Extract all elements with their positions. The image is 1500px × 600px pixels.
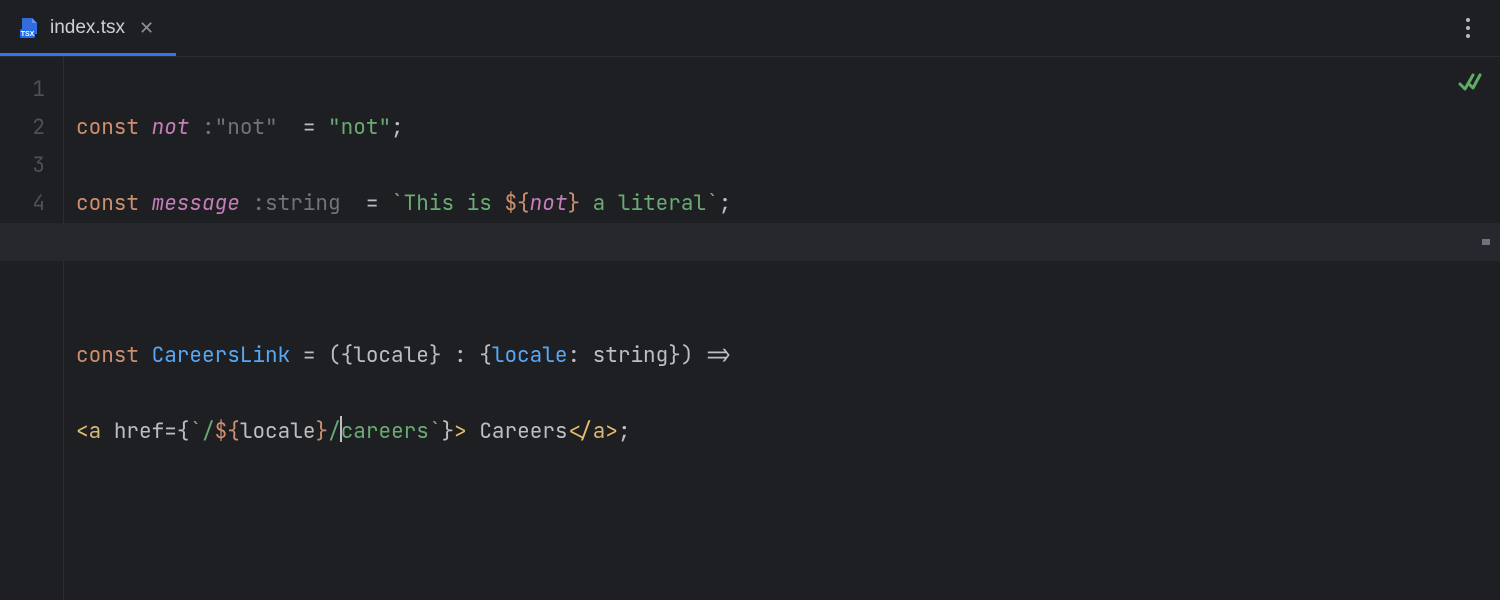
editor-window: TSX index.tsx ✕ 1 2 3 4 5 xyxy=(0,0,1500,600)
line-number-gutter: 1 2 3 4 5 xyxy=(0,57,64,600)
code-line: const message :string = `This is ${not} … xyxy=(76,185,1500,223)
code-line xyxy=(76,261,1500,299)
file-tab[interactable]: TSX index.tsx ✕ xyxy=(0,0,176,56)
code-editor[interactable]: 1 2 3 4 5 const not :"not" = "not"; cons… xyxy=(0,56,1500,600)
scrollbar-marker xyxy=(1482,239,1490,245)
close-icon[interactable]: ✕ xyxy=(135,17,158,39)
more-menu-icon[interactable] xyxy=(1454,14,1482,42)
svg-text:TSX: TSX xyxy=(21,31,35,38)
code-line: const not :"not" = "not"; xyxy=(76,109,1500,147)
code-line: <a href={`/${locale}/careers`}> Careers<… xyxy=(76,413,1500,451)
tab-filename: index.tsx xyxy=(50,17,125,39)
line-number: 1 xyxy=(0,71,45,109)
tab-bar: TSX index.tsx ✕ xyxy=(0,0,1500,56)
code-line: const CareersLink = ({locale} : {locale:… xyxy=(76,337,1500,375)
code-content[interactable]: const not :"not" = "not"; const message … xyxy=(64,57,1500,600)
tab-bar-actions xyxy=(1454,0,1500,56)
inspection-ok-icon[interactable] xyxy=(1458,71,1482,95)
line-number: 4 xyxy=(0,185,45,223)
line-number: 3 xyxy=(0,147,45,185)
tsx-file-icon: TSX xyxy=(18,17,40,39)
line-number: 2 xyxy=(0,109,45,147)
